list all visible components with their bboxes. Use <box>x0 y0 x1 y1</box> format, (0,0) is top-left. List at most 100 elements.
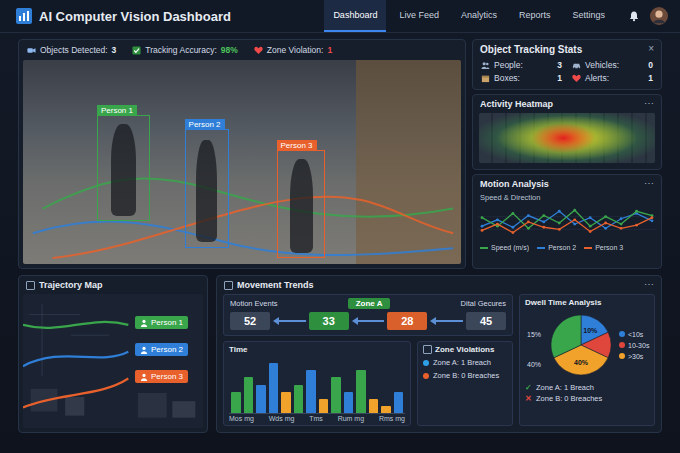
data-point <box>481 216 484 219</box>
heart-icon <box>254 46 263 55</box>
motion-flow: Motion Events Zone A Dital Gecures 52 33… <box>223 294 513 336</box>
data-point <box>512 226 515 229</box>
data-point <box>512 231 515 234</box>
stat-label: Objects Detected: <box>40 45 108 55</box>
detection-box[interactable]: Person 2 <box>185 129 229 247</box>
avatar-icon[interactable] <box>650 7 668 25</box>
stat-value: 0 <box>648 60 653 70</box>
zone-result: ✕Zone B: 0 Breaches <box>525 394 649 403</box>
heatmap <box>479 113 655 163</box>
data-point <box>604 215 607 218</box>
zone-badge: Zone A <box>348 298 391 309</box>
data-point <box>589 230 592 233</box>
legend-item: >30s <box>619 353 649 360</box>
detection-box[interactable]: Person 3 <box>277 150 325 258</box>
track-label[interactable]: Person 2 <box>135 343 188 356</box>
pie-legend: <10s10-30s>30s <box>619 331 649 360</box>
data-point <box>542 226 545 229</box>
stat-value: 3 <box>557 60 562 70</box>
menu-button[interactable]: ⋯ <box>644 280 654 290</box>
detection-label: Person 1 <box>97 105 137 116</box>
bar <box>381 406 391 413</box>
nav-tab[interactable]: Live Feed <box>390 0 448 32</box>
person-figure <box>196 140 217 242</box>
menu-button[interactable]: ⋯ <box>644 99 654 109</box>
track-line <box>23 352 128 366</box>
outer-label: 15% <box>527 331 541 338</box>
data-point <box>589 225 592 228</box>
nav-tab[interactable]: Analytics <box>452 0 506 32</box>
data-point <box>512 212 515 215</box>
x-label: Tms <box>309 415 323 422</box>
detection-label: Person 3 <box>277 140 317 151</box>
panel-title: Activity Heatmap <box>480 99 553 109</box>
flow-labels: Motion Events Zone A Dital Gecures <box>230 298 506 309</box>
panel-header: Movement Trends ⋯ <box>217 276 661 294</box>
top-row: Objects Detected: 3 Tracking Accuracy: 9… <box>18 39 662 269</box>
data-point <box>527 227 530 230</box>
nav-tabs: DashboardLive FeedAnalyticsReportsSettin… <box>324 0 614 32</box>
dashboard: AI Computer Vision Dashboard DashboardLi… <box>0 0 680 453</box>
logo-icon[interactable] <box>16 8 32 24</box>
dwell-pie: 10%40%15%40% <box>525 309 617 381</box>
panel-header: Trajectory Map <box>19 276 207 294</box>
bar <box>331 377 341 413</box>
live-stat: Tracking Accuracy: 98% <box>132 45 238 55</box>
live-stat: Zone Violation: 1 <box>254 45 332 55</box>
trajectory-trails <box>23 60 461 264</box>
card-title: Zone Violations <box>423 345 507 354</box>
card-title: Dwell Time Analysis <box>525 298 649 307</box>
x-label: Mos mg <box>229 415 254 422</box>
menu-button[interactable]: ⋯ <box>644 179 654 189</box>
movement-trends-panel: Movement Trends ⋯ Motion Events Zone A D… <box>216 275 662 433</box>
tracking-stats: People: 3 Vehicles: 0 Boxes: 1 Alerts: 1 <box>473 58 661 89</box>
track-label[interactable]: Person 3 <box>135 370 188 383</box>
chart-title: Time <box>229 345 405 354</box>
flow-node: 28 <box>387 312 427 330</box>
track-label[interactable]: Person 1 <box>135 316 188 329</box>
bar <box>344 392 354 413</box>
data-point <box>589 216 592 219</box>
detection-box[interactable]: Person 1 <box>97 115 150 221</box>
stat-value: 1 <box>648 73 653 83</box>
stat-label: People: <box>494 60 523 70</box>
bottom-row: Trajectory Map Person 1 Person 2 Person … <box>18 275 662 433</box>
dwell-time-card: Dwell Time Analysis 10%40%15%40% <10s10-… <box>519 294 655 426</box>
time-chart: Time Mos mgWds mgTmsRum mgRms mg <box>223 341 411 426</box>
check-icon <box>132 46 141 55</box>
stat-label: Tracking Accuracy: <box>145 45 217 55</box>
data-point <box>620 223 623 226</box>
result-mark: ✕ <box>525 394 532 403</box>
data-point <box>573 218 576 221</box>
stat-label: Alerts: <box>585 73 609 83</box>
person-figure <box>290 159 313 252</box>
result-mark: ✓ <box>525 383 532 392</box>
chart-legend: Speed (m/s)Person 2Person 3 <box>473 242 661 253</box>
legend-item: 10-30s <box>619 342 649 349</box>
data-point <box>604 227 607 230</box>
person-icon <box>140 319 148 327</box>
car-icon <box>572 61 581 70</box>
map-icon <box>26 281 35 290</box>
flow-node: 33 <box>309 312 349 330</box>
close-button[interactable]: × <box>648 44 654 54</box>
panel-header: Motion Analysis ⋯ <box>473 175 661 193</box>
bell-icon[interactable] <box>628 10 640 22</box>
data-point <box>542 221 545 224</box>
nav-tab[interactable]: Settings <box>563 0 614 32</box>
panel-header: Object Tracking Stats × <box>473 40 661 58</box>
alert-heart-icon <box>572 74 581 83</box>
nav-tab[interactable]: Dashboard <box>324 0 386 32</box>
flow-arrow <box>270 317 309 325</box>
stat-label: Vehicles: <box>585 60 619 70</box>
data-point <box>558 210 561 213</box>
legend-item: Person 2 <box>537 244 576 251</box>
data-point <box>542 214 545 217</box>
trajectory-map: Person 1 Person 2 Person 3 <box>23 294 203 428</box>
nav-tab[interactable]: Reports <box>510 0 560 32</box>
live-stat: Objects Detected: 3 <box>27 45 116 55</box>
bar <box>269 363 279 413</box>
bar <box>356 370 366 413</box>
data-point <box>573 223 576 226</box>
x-axis: Mos mgWds mgTmsRum mgRms mg <box>229 414 405 422</box>
